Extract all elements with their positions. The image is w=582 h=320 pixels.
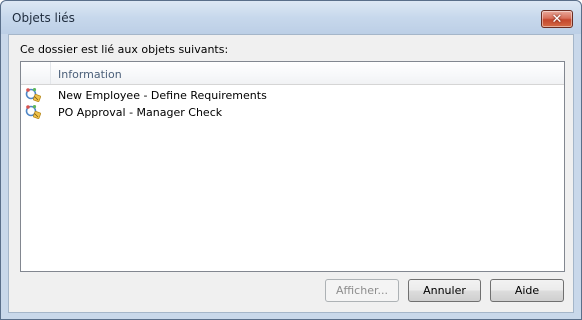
show-button[interactable]: Afficher...	[325, 279, 399, 302]
prompt-label: Ce dossier est lié aux objets suivants:	[20, 43, 229, 56]
list-header: Information	[21, 62, 564, 85]
list-item[interactable]: PO Approval - Manager Check	[21, 104, 564, 121]
help-button[interactable]: Aide	[490, 279, 564, 302]
list-item-label: New Employee - Define Requirements	[58, 89, 267, 102]
dialog-body: Ce dossier est lié aux objets suivants: …	[8, 34, 574, 313]
title-bar[interactable]: Objets liés ✕	[1, 1, 581, 34]
workflow-icon	[25, 105, 41, 119]
close-icon: ✕	[551, 11, 563, 27]
list-item-label: PO Approval - Manager Check	[58, 106, 223, 119]
column-separator[interactable]	[50, 62, 51, 84]
cancel-button[interactable]: Annuler	[408, 279, 481, 302]
close-button[interactable]: ✕	[541, 10, 573, 28]
linked-objects-dialog: Objets liés ✕ Ce dossier est lié aux obj…	[0, 0, 582, 320]
list-item[interactable]: New Employee - Define Requirements	[21, 87, 564, 104]
window-title: Objets liés	[12, 11, 75, 25]
workflow-icon	[25, 88, 41, 102]
linked-objects-list[interactable]: Information New Employee - Define Requir…	[20, 61, 565, 272]
column-header-information[interactable]: Information	[58, 68, 122, 81]
